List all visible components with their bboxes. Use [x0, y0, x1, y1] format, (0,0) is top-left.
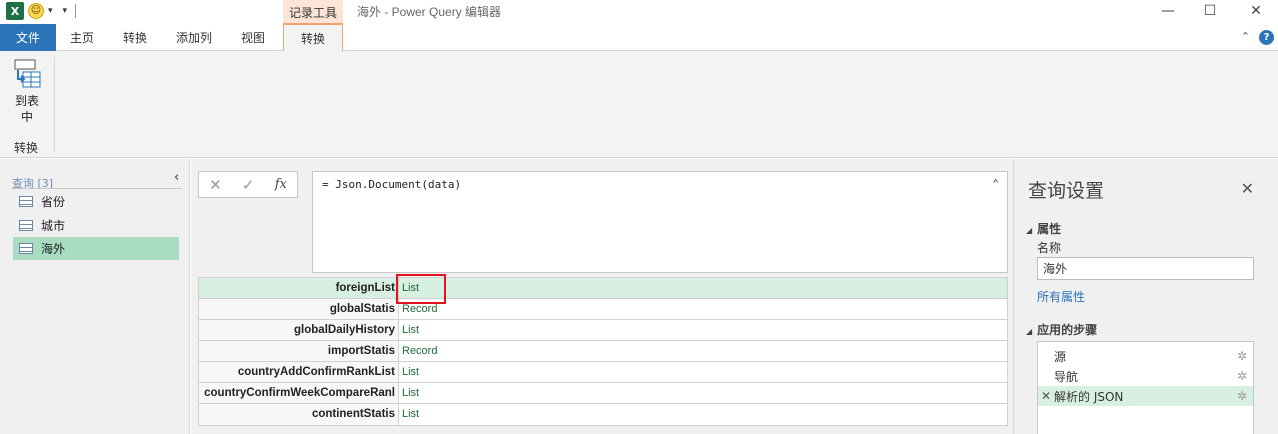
table-row[interactable]: continentStatis List [199, 404, 1007, 425]
help-icon[interactable]: ? [1259, 30, 1274, 45]
table-icon [19, 243, 33, 254]
close-window-button[interactable]: ✕ [1236, 0, 1276, 22]
table-row[interactable]: foreignList List [199, 274, 1007, 304]
collapse-ribbon-icon[interactable]: ⌃ [1241, 30, 1250, 43]
query-settings-title: 查询设置 [1028, 181, 1105, 202]
field-name-cell[interactable]: globalStatis [199, 299, 399, 319]
query-item-label: 城市 [41, 219, 66, 233]
query-item-label: 海外 [41, 242, 66, 256]
properties-section-header[interactable]: ◢ 属性 [1026, 220, 1061, 237]
tab-home[interactable]: 主页 [58, 24, 106, 51]
step-navigation[interactable]: 导航 ✲ [1038, 366, 1253, 386]
tab-transform[interactable]: 转换 [110, 24, 160, 51]
query-item-overseas[interactable]: 海外 [13, 237, 179, 260]
field-name-cell[interactable]: importStatis [199, 341, 399, 361]
collapse-triangle-icon: ◢ [1026, 327, 1033, 336]
tab-view[interactable]: 视图 [228, 24, 278, 51]
field-value-link[interactable]: Record [399, 299, 1007, 319]
ribbon-group-divider [54, 57, 55, 153]
ribbon-group-label: 转换 [14, 141, 39, 155]
record-table: foreignList List globalStatis Record glo… [198, 274, 1008, 426]
title-bar: X ☺ ▾ ▾ 记录工具 海外 - Power Query 编辑器 — ☐ ✕ [0, 0, 1278, 24]
table-icon [19, 220, 33, 231]
applied-steps-section-header[interactable]: ◢ 应用的步骤 [1026, 321, 1097, 338]
applied-steps-list: 源 ✲ 导航 ✲ ✕ 解析的 JSON ✲ [1037, 341, 1254, 434]
field-name-cell[interactable]: countryConfirmWeekCompareRanl [199, 383, 399, 403]
table-icon [19, 196, 33, 207]
feedback-smiley-icon[interactable]: ☺ [28, 3, 44, 19]
commit-formula-icon[interactable]: ✓ [242, 176, 255, 194]
name-label: 名称 [1037, 241, 1062, 255]
step-label: 源 [1054, 349, 1067, 364]
field-value-link[interactable]: List [399, 362, 1007, 382]
delete-step-icon[interactable]: ✕ [1038, 389, 1054, 403]
to-table-icon [12, 59, 42, 91]
collapse-queries-icon[interactable]: ‹ [174, 170, 179, 185]
step-label: 导航 [1054, 369, 1079, 384]
preview-area: ✕ ✓ fx = Json.Document(data) ⌃ foreignLi… [191, 159, 1013, 434]
field-value-link[interactable]: List [399, 404, 1007, 425]
quick-access-toolbar: X ☺ ▾ ▾ [6, 2, 77, 20]
expand-formula-icon[interactable]: ⌃ [992, 177, 999, 190]
smiley-dropdown-icon[interactable]: ▾ [48, 6, 53, 16]
to-table-button[interactable]: 到表 中 [8, 59, 46, 125]
table-row[interactable]: globalStatis Record [199, 299, 1007, 320]
collapse-triangle-icon: ◢ [1026, 226, 1033, 235]
table-row[interactable]: globalDailyHistory List [199, 320, 1007, 341]
window-title: 海外 - Power Query 编辑器 [357, 5, 502, 19]
table-row[interactable]: importStatis Record [199, 341, 1007, 362]
to-table-label-line2: 中 [20, 110, 33, 124]
formula-bar-controls: ✕ ✓ fx [198, 171, 298, 198]
query-settings-pane: 查询设置 ✕ ◢ 属性 名称 所有属性 ◢ 应用的步骤 源 ✲ 导航 ✲ ✕ 解析的… [1013, 159, 1278, 434]
tab-add-column[interactable]: 添加列 [164, 24, 224, 51]
field-value-link[interactable]: List [399, 320, 1007, 340]
field-name-cell[interactable]: globalDailyHistory [199, 320, 399, 340]
field-value-link[interactable]: Record [399, 341, 1007, 361]
field-name-cell[interactable]: continentStatis [199, 404, 399, 425]
step-settings-gear-icon[interactable]: ✲ [1237, 369, 1247, 383]
properties-header-label: 属性 [1037, 222, 1062, 236]
field-value-link[interactable]: List [399, 278, 1007, 298]
table-row[interactable]: countryConfirmWeekCompareRanl List [199, 383, 1007, 404]
insert-function-icon[interactable]: fx [275, 177, 287, 192]
query-name-input[interactable] [1037, 257, 1254, 280]
step-settings-gear-icon[interactable]: ✲ [1237, 349, 1247, 363]
applied-steps-header-label: 应用的步骤 [1037, 323, 1098, 337]
tab-record-transform[interactable]: 转换 [283, 23, 343, 51]
queries-header-divider [12, 188, 182, 189]
step-parsed-json[interactable]: ✕ 解析的 JSON ✲ [1038, 386, 1253, 406]
record-tools-context-label: 记录工具 [283, 0, 343, 24]
queries-pane: 查询 [3] ‹ 省份 城市 海外 [0, 159, 190, 434]
field-value-link[interactable]: List [399, 383, 1007, 403]
query-item-province[interactable]: 省份 [13, 190, 179, 213]
minimize-button[interactable]: — [1148, 0, 1188, 22]
table-row[interactable]: countryAddConfirmRankList List [199, 362, 1007, 383]
step-settings-gear-icon[interactable]: ✲ [1237, 389, 1247, 403]
step-label: 解析的 JSON [1054, 389, 1124, 404]
ribbon: 到表 中 转换 [0, 51, 1278, 158]
query-item-label: 省份 [41, 195, 66, 209]
toolbar-divider [75, 4, 77, 18]
maximize-button[interactable]: ☐ [1190, 0, 1230, 22]
field-name-cell[interactable]: countryAddConfirmRankList [199, 362, 399, 382]
all-properties-link[interactable]: 所有属性 [1037, 288, 1085, 305]
field-name-cell[interactable]: foreignList [199, 278, 399, 298]
formula-input[interactable]: = Json.Document(data) ⌃ [312, 171, 1008, 273]
tab-file[interactable]: 文件 [0, 24, 56, 51]
to-table-label-line1: 到表 [14, 94, 39, 108]
step-source[interactable]: 源 ✲ [1038, 346, 1253, 366]
ribbon-tab-bar: 文件 主页 转换 添加列 视图 转换 [0, 23, 1278, 51]
formula-text: = Json.Document(data) [322, 178, 462, 191]
customize-toolbar-icon[interactable]: ▾ [63, 6, 68, 16]
excel-logo-icon[interactable]: X [6, 2, 24, 20]
query-item-city[interactable]: 城市 [13, 214, 179, 237]
close-pane-icon[interactable]: ✕ [1241, 179, 1254, 198]
cancel-formula-icon[interactable]: ✕ [209, 176, 222, 194]
